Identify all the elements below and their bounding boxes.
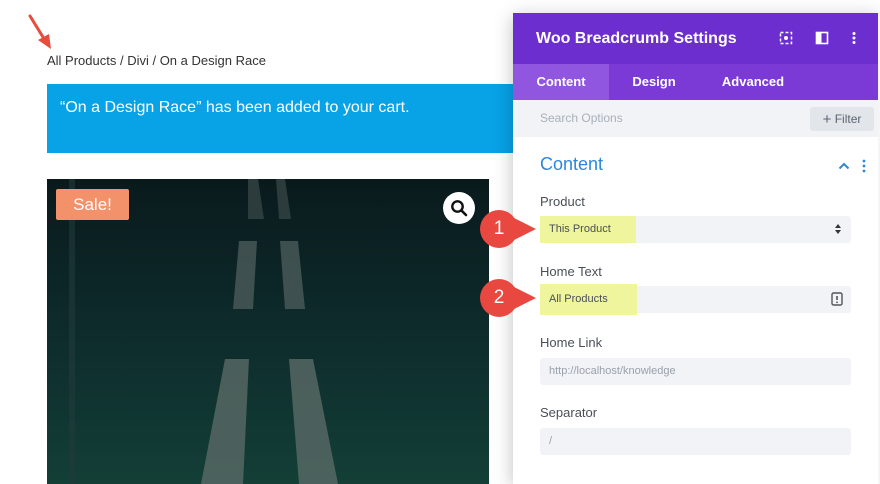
pointer-arrow-icon bbox=[28, 14, 51, 49]
home-link-value: http://localhost/knowledge bbox=[549, 365, 676, 377]
sale-badge: Sale! bbox=[56, 189, 129, 220]
search-input[interactable]: Search Options bbox=[540, 111, 623, 125]
breadcrumb[interactable]: All Products / Divi / On a Design Race bbox=[47, 53, 266, 68]
section-title[interactable]: Content bbox=[540, 154, 603, 175]
separator-label: Separator bbox=[540, 405, 598, 420]
section-more-icon[interactable] bbox=[861, 159, 867, 173]
chevron-up-icon[interactable] bbox=[838, 162, 850, 170]
product-value: This Product bbox=[549, 223, 611, 235]
callout-1-number: 1 bbox=[493, 218, 505, 239]
zoom-button[interactable] bbox=[443, 192, 475, 224]
settings-panel: Woo Breadcrumb Settings Content Design A… bbox=[513, 13, 878, 484]
target-icon[interactable] bbox=[779, 31, 793, 45]
columns-icon[interactable] bbox=[815, 31, 829, 45]
select-arrows-icon bbox=[835, 224, 841, 234]
callout-1: 1 bbox=[478, 209, 538, 249]
search-row: Search Options + Filter bbox=[513, 100, 878, 137]
panel-header: Woo Breadcrumb Settings bbox=[513, 13, 878, 64]
more-vertical-icon[interactable] bbox=[847, 31, 861, 45]
home-text-value: All Products bbox=[549, 293, 608, 305]
product-label: Product bbox=[540, 194, 585, 209]
separator-value: / bbox=[549, 435, 553, 447]
cart-notice-text: “On a Design Race” has been added to you… bbox=[60, 99, 410, 116]
road-illustration bbox=[47, 179, 489, 484]
filter-label: Filter bbox=[834, 112, 862, 126]
plus-icon: + bbox=[822, 111, 832, 128]
tab-design[interactable]: Design bbox=[609, 64, 699, 100]
magnifier-icon bbox=[451, 200, 468, 217]
home-link-input[interactable]: http://localhost/knowledge bbox=[540, 358, 851, 385]
tab-advanced[interactable]: Advanced bbox=[699, 64, 807, 100]
filter-button[interactable]: + Filter bbox=[810, 107, 874, 131]
tab-content[interactable]: Content bbox=[513, 64, 609, 100]
cart-notice: “On a Design Race” has been added to you… bbox=[47, 84, 517, 153]
panel-title: Woo Breadcrumb Settings bbox=[536, 30, 737, 47]
callout-2-number: 2 bbox=[493, 287, 505, 308]
separator-input[interactable]: / bbox=[540, 428, 851, 455]
callout-2: 2 bbox=[478, 278, 538, 318]
home-text-input[interactable]: All Products bbox=[540, 284, 851, 315]
home-text-label: Home Text bbox=[540, 264, 602, 279]
home-link-label: Home Link bbox=[540, 335, 603, 350]
product-select[interactable]: This Product bbox=[540, 216, 851, 243]
dynamic-content-icon[interactable] bbox=[831, 292, 843, 306]
screenshot-root: All Products / Divi / On a Design Race “… bbox=[0, 0, 880, 484]
panel-tabs: Content Design Advanced bbox=[513, 64, 878, 100]
product-image[interactable] bbox=[47, 179, 489, 484]
